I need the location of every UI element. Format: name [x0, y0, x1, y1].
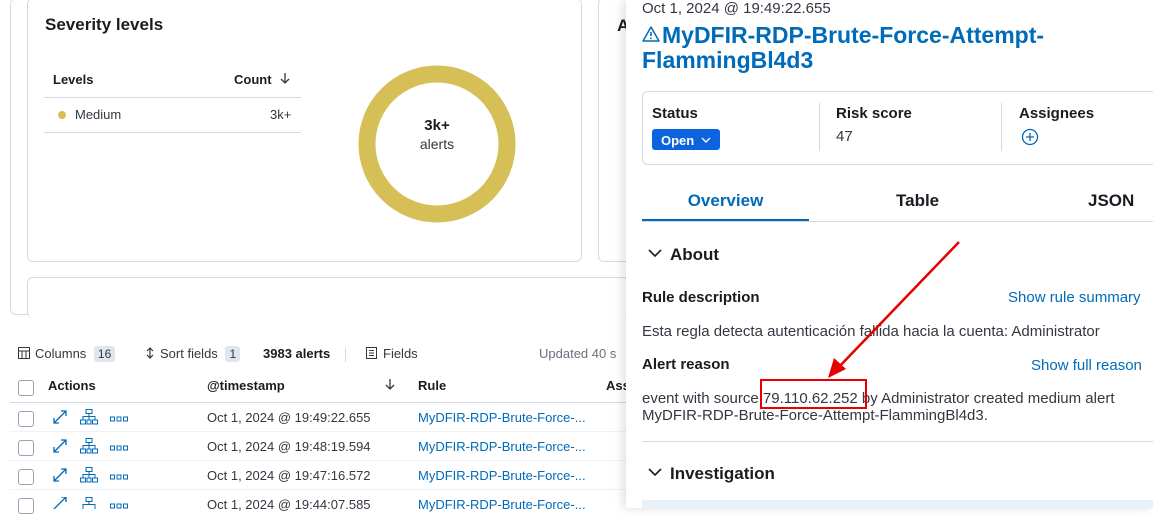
alert-date: Oct 1, 2024 @ 19:49:22.655: [642, 0, 831, 17]
severity-count: 3k+: [270, 107, 292, 122]
fields-list-icon: [366, 347, 377, 362]
analyzer-tree-icon[interactable]: [80, 438, 98, 459]
show-rule-summary-link[interactable]: Show rule summary: [1008, 289, 1141, 306]
status-label: Status: [652, 105, 698, 122]
row-timestamp: Oct 1, 2024 @ 19:47:16.572: [207, 468, 371, 483]
row-checkbox[interactable]: [18, 440, 34, 456]
severity-level-medium[interactable]: Medium: [75, 107, 121, 122]
alert-reason-label: Alert reason: [642, 356, 730, 373]
columns-count-badge: 16: [93, 346, 116, 362]
about-section-toggle[interactable]: About: [648, 245, 719, 265]
add-assignee-icon[interactable]: [1021, 128, 1039, 151]
sort-fields-label: Sort fields: [160, 346, 218, 361]
risk-score-label: Risk score: [836, 105, 912, 122]
table-divider: [44, 132, 301, 133]
row-divider: [10, 431, 630, 432]
status-dropdown[interactable]: Open: [652, 129, 720, 150]
levels-column-header: Levels: [53, 72, 94, 87]
rule-description-label: Rule description: [642, 289, 760, 306]
toolbar-divider: [345, 348, 346, 362]
alert-title[interactable]: MyDFIR-RDP-Brute-Force-Attempt-FlammingB…: [642, 22, 1152, 73]
row-checkbox[interactable]: [18, 498, 34, 514]
table-header-divider: [10, 402, 630, 403]
risk-score-value: 47: [836, 128, 853, 145]
tab-table[interactable]: Table: [896, 191, 939, 211]
count-column-header[interactable]: Count: [234, 72, 291, 88]
count-column-label: Count: [234, 72, 272, 87]
section-divider: [642, 441, 1153, 442]
table-columns-icon: [18, 347, 30, 362]
timestamp-sort-icon[interactable]: [384, 378, 396, 394]
alerts-count: 3983 alerts: [263, 346, 331, 361]
chevron-down-icon: [648, 245, 662, 263]
arrow-down-icon: [279, 72, 291, 88]
table-divider: [44, 97, 301, 98]
more-actions-icon[interactable]: [110, 440, 128, 458]
analyzer-tree-icon[interactable]: [80, 467, 98, 488]
row-rule-link[interactable]: MyDFIR-RDP-Brute-Force-...: [418, 410, 586, 425]
chevron-down-icon: [648, 464, 662, 482]
row-timestamp: Oct 1, 2024 @ 19:44:07.585: [207, 497, 371, 512]
donut-total-value: 3k+: [424, 117, 450, 134]
sort-fields-button[interactable]: Sort fields 1: [145, 346, 241, 362]
row-checkbox[interactable]: [18, 469, 34, 485]
alert-title-text: MyDFIR-RDP-Brute-Force-Attempt-FlammingB…: [642, 22, 1045, 73]
status-divider: [1001, 103, 1002, 151]
investigation-guide-panel: [642, 500, 1153, 508]
assignees-label: Assignees: [1019, 105, 1095, 122]
show-full-reason-link[interactable]: Show full reason: [1031, 357, 1142, 374]
actions-column-header: Actions: [48, 378, 96, 393]
row-rule-link[interactable]: MyDFIR-RDP-Brute-Force-...: [418, 439, 586, 454]
third-summary-card: [27, 277, 629, 318]
severity-color-dot: [58, 111, 66, 119]
row-timestamp: Oct 1, 2024 @ 19:49:22.655: [207, 410, 371, 425]
tab-json[interactable]: JSON: [1088, 191, 1134, 211]
expand-icon[interactable]: [52, 409, 68, 430]
row-timestamp: Oct 1, 2024 @ 19:48:19.594: [207, 439, 371, 454]
analyzer-tree-icon[interactable]: [80, 496, 98, 514]
investigation-section-toggle[interactable]: Investigation: [648, 464, 775, 484]
fields-label: Fields: [383, 346, 418, 361]
warning-icon: [642, 22, 660, 47]
row-rule-link[interactable]: MyDFIR-RDP-Brute-Force-...: [418, 468, 586, 483]
sort-count-badge: 1: [225, 346, 241, 362]
annotation-arrow-icon: [828, 241, 960, 378]
alert-reason-rule: MyDFIR-RDP-Brute-Force-Attempt-FlammingB…: [642, 407, 988, 424]
columns-button[interactable]: Columns 16: [18, 346, 116, 362]
active-tab-indicator: [642, 219, 809, 221]
severity-title: Severity levels: [45, 15, 164, 34]
status-divider: [819, 103, 820, 151]
investigation-title: Investigation: [670, 464, 775, 483]
reason-suffix: by Administrator created medium alert: [857, 390, 1115, 407]
more-actions-icon[interactable]: [110, 498, 128, 516]
columns-label: Columns: [35, 346, 87, 361]
updated-status: Updated 40 s: [539, 346, 617, 361]
expand-icon[interactable]: [52, 438, 68, 459]
fields-button[interactable]: Fields: [366, 346, 418, 362]
alert-reason-text: event with source 79.110.62.252 by Admin…: [642, 390, 1115, 407]
row-divider: [10, 460, 630, 461]
donut-total-label: alerts: [419, 136, 455, 152]
more-actions-icon[interactable]: [110, 411, 128, 429]
rule-column-header[interactable]: Rule: [418, 378, 446, 393]
row-divider: [10, 489, 630, 490]
sort-icon: [145, 347, 155, 362]
expand-icon[interactable]: [52, 467, 68, 488]
row-rule-link[interactable]: MyDFIR-RDP-Brute-Force-...: [418, 497, 586, 512]
tab-overview[interactable]: Overview: [642, 191, 809, 211]
timestamp-column-header[interactable]: @timestamp: [207, 378, 285, 393]
ip-highlight-box: [760, 379, 867, 409]
reason-prefix: event with source: [642, 390, 763, 407]
row-checkbox[interactable]: [18, 411, 34, 427]
status-value: Open: [661, 133, 695, 148]
alert-status-panel: [642, 91, 1153, 165]
more-actions-icon[interactable]: [110, 469, 128, 487]
select-all-checkbox[interactable]: [18, 380, 34, 396]
analyzer-tree-icon[interactable]: [80, 409, 98, 430]
expand-icon[interactable]: [52, 496, 68, 514]
about-title: About: [670, 245, 720, 264]
chevron-down-icon: [701, 129, 711, 150]
tabs-divider: [642, 221, 1153, 222]
